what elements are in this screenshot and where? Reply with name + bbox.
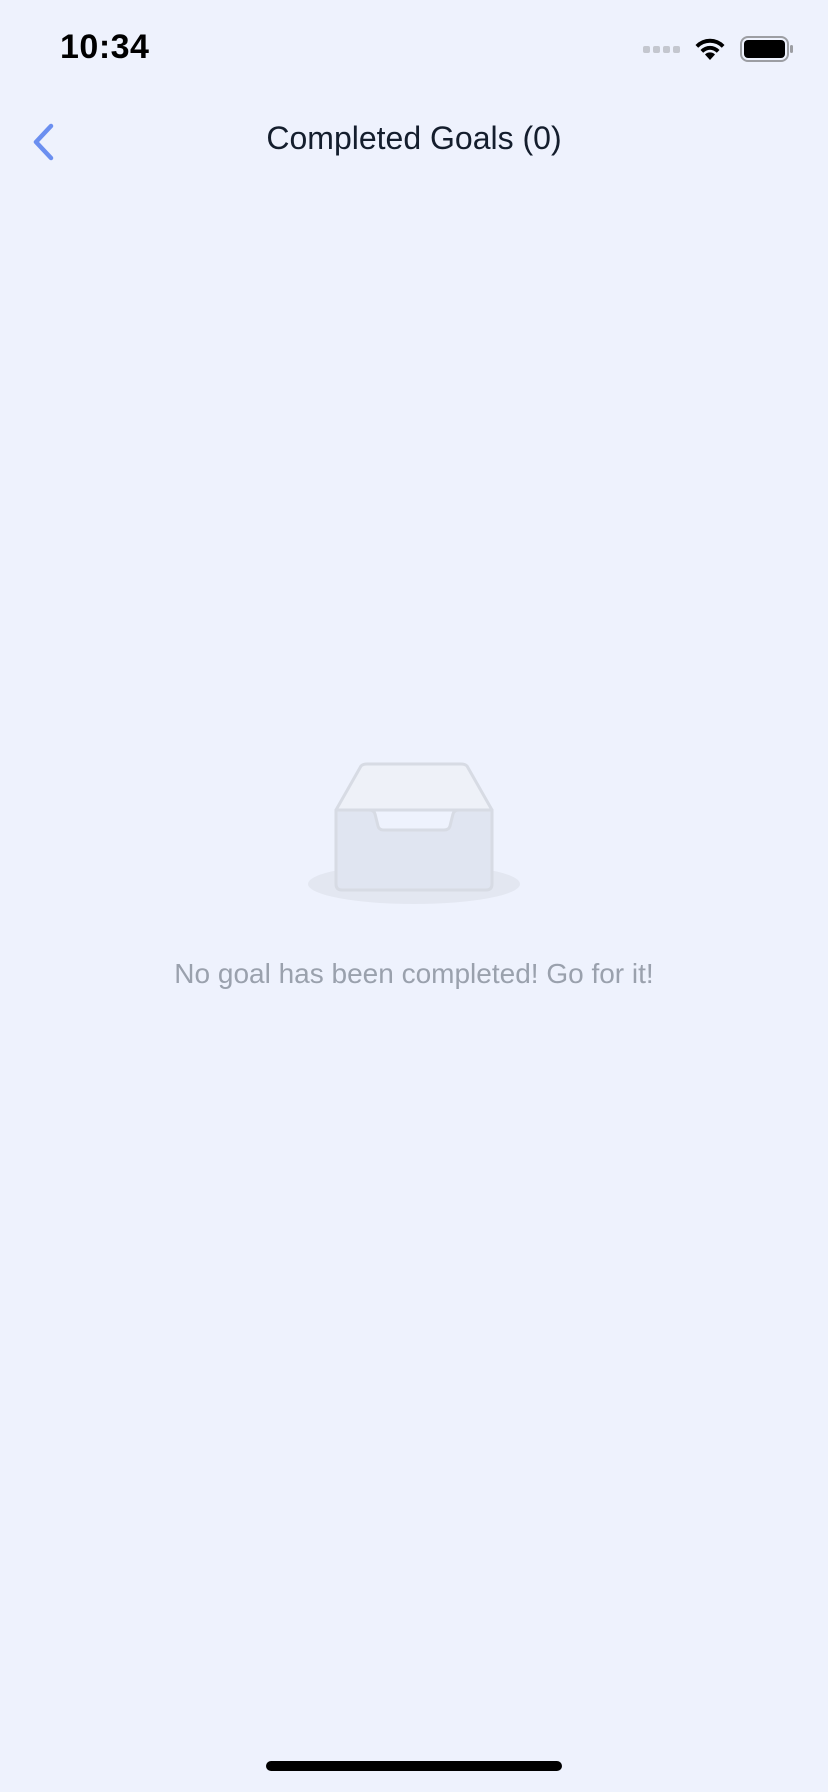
status-bar: 10:34: [0, 0, 828, 100]
status-icons: [643, 34, 794, 64]
status-time: 10:34: [60, 28, 150, 66]
empty-inbox-icon: [308, 762, 520, 904]
wifi-icon: [695, 38, 725, 60]
nav-bar: Completed Goals (0): [0, 100, 828, 182]
empty-state: No goal has been completed! Go for it!: [0, 760, 828, 990]
home-indicator[interactable]: [266, 1761, 562, 1771]
empty-message: No goal has been completed! Go for it!: [174, 958, 654, 989]
signal-icon: [643, 45, 680, 53]
page-title: Completed Goals (0): [266, 120, 562, 156]
battery-icon: [740, 36, 793, 62]
